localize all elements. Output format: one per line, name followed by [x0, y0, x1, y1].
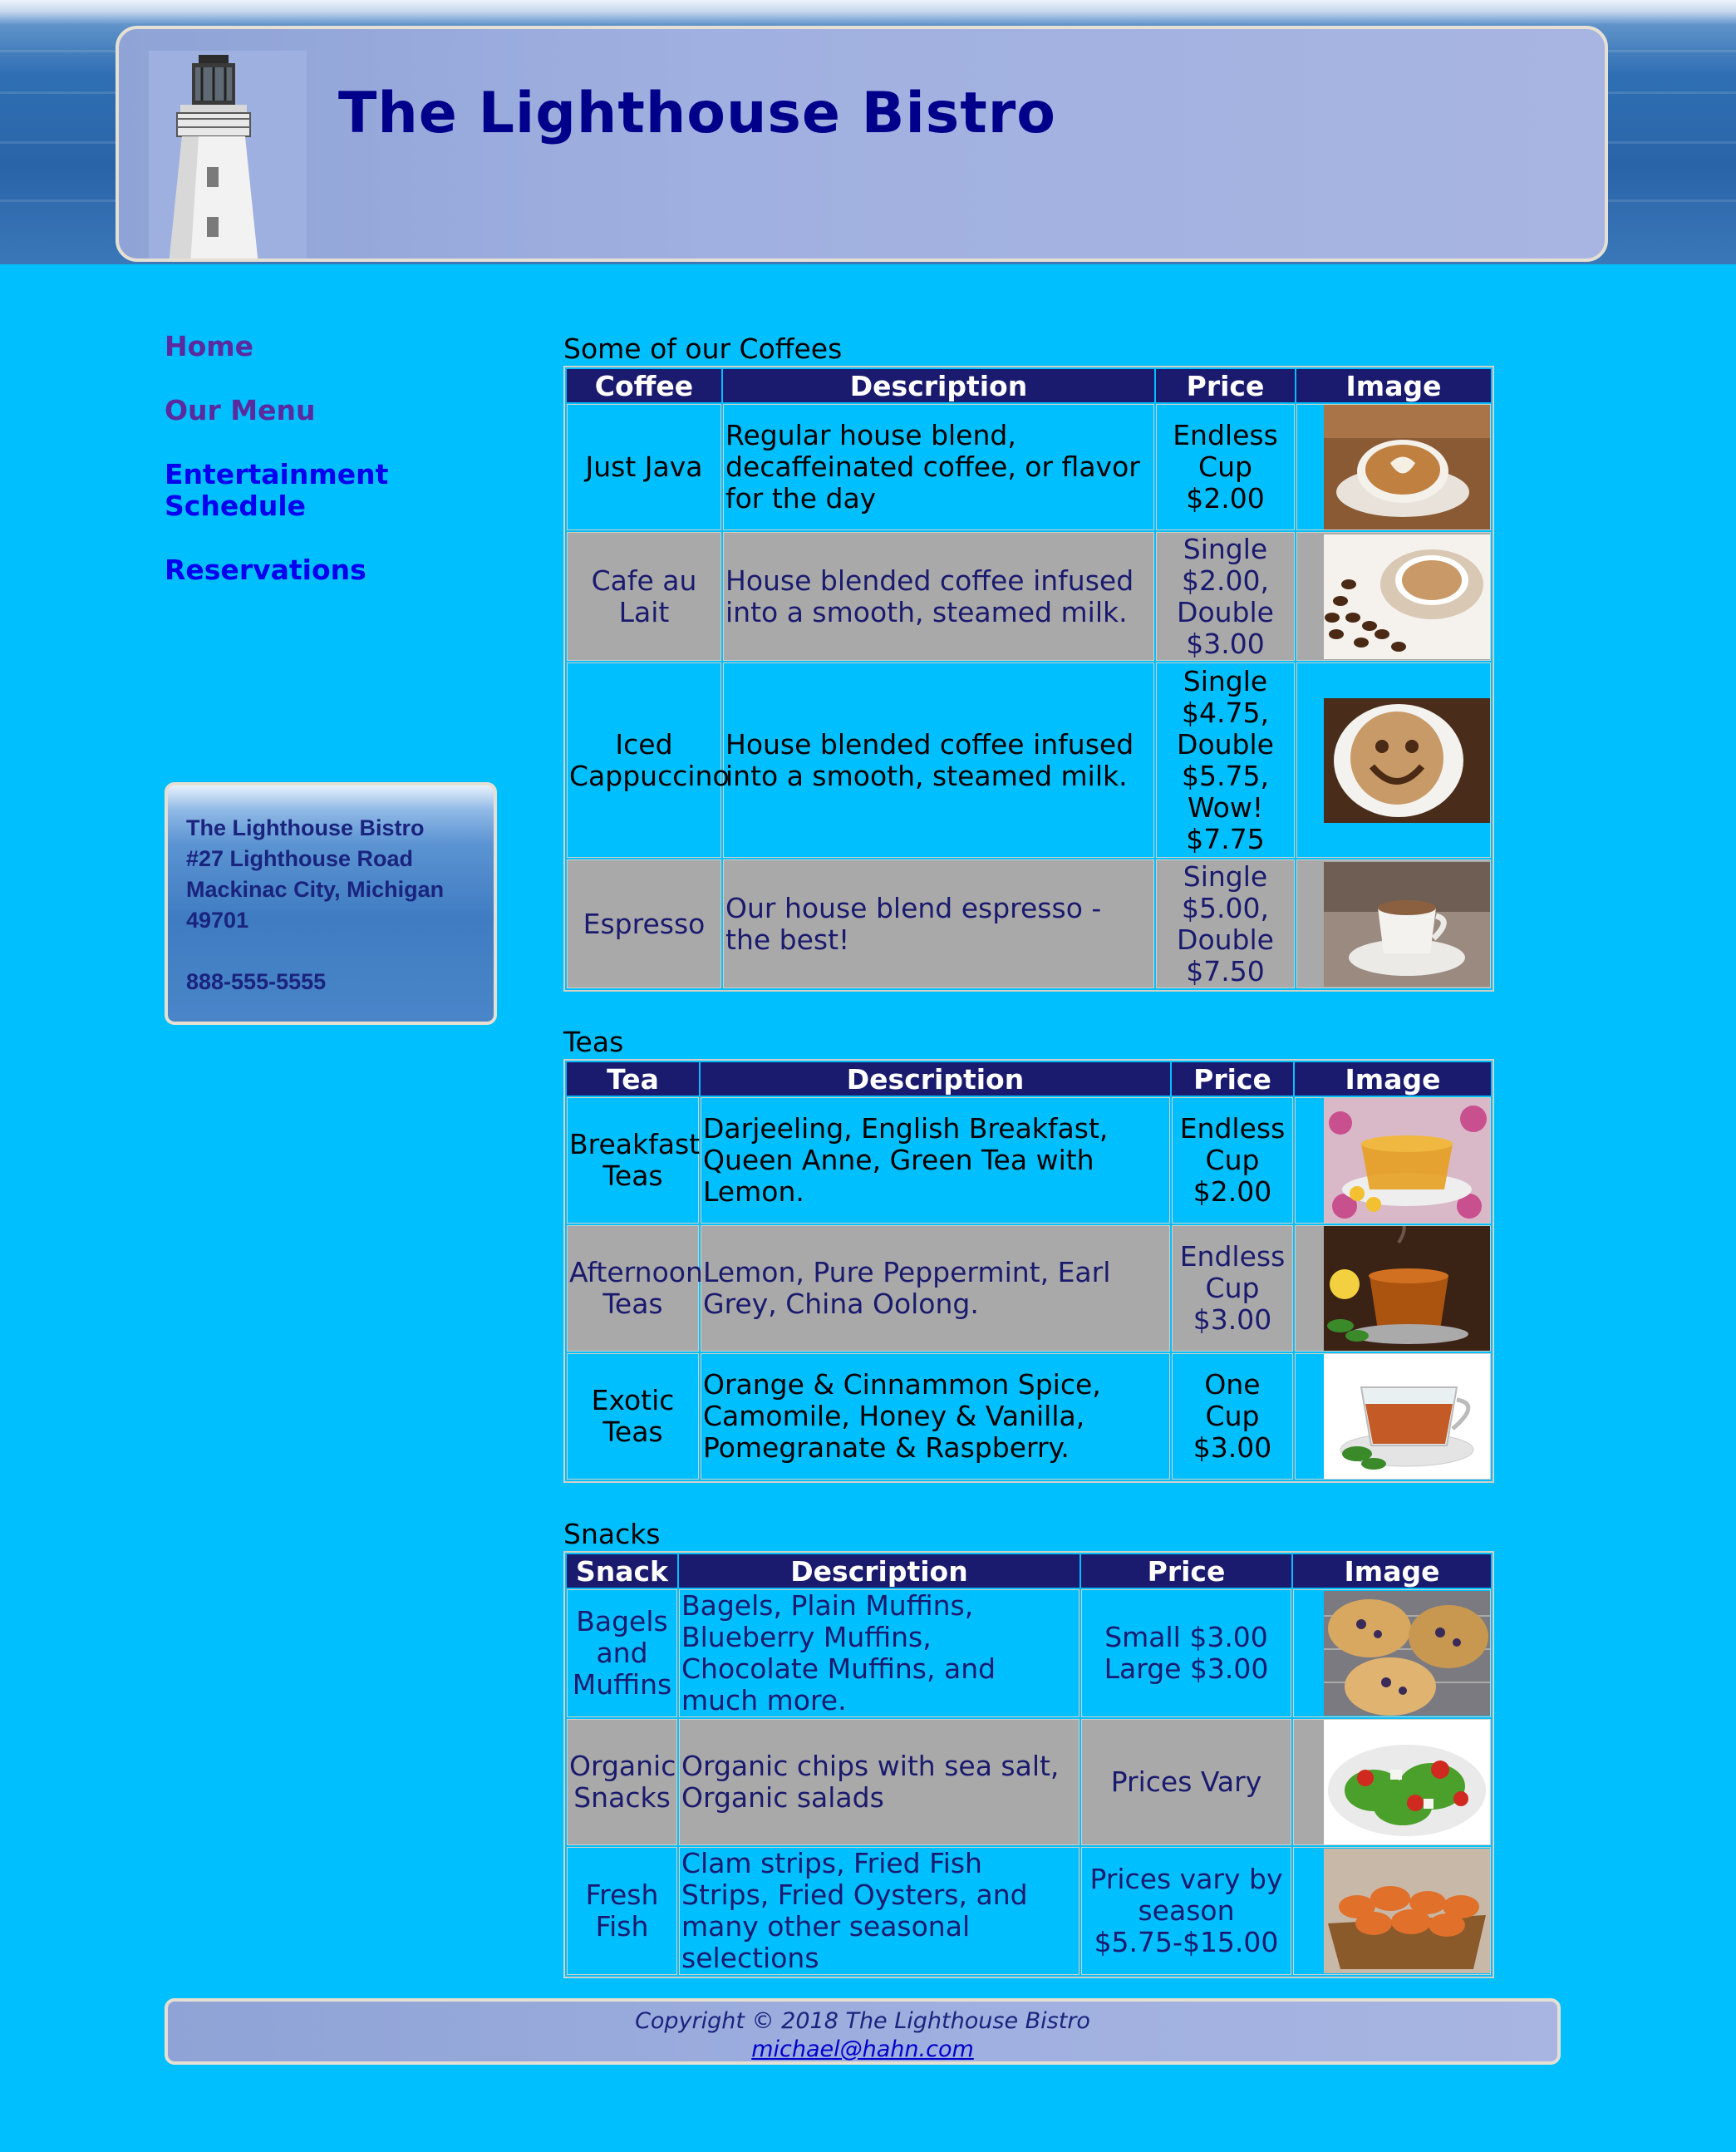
smiley-cappuccino-image [1324, 697, 1490, 823]
table-header-row: Coffee Description Price Image [567, 369, 1491, 402]
item-name: Cafe au Lait [567, 532, 721, 661]
teas-caption: Teas [563, 1026, 624, 1058]
item-description: Darjeeling, English Breakfast, Queen Ann… [701, 1097, 1170, 1224]
table-row: Espresso Our house blend espresso - the … [567, 859, 1491, 988]
header-panel: The Lighthouse Bistro [116, 26, 1608, 262]
muffins-image [1324, 1591, 1490, 1716]
address-phone: 888-555-5555 [186, 969, 327, 994]
column-header: Price [1172, 1062, 1293, 1096]
teas-table: Tea Description Price Image Breakfast Te… [563, 1059, 1494, 1483]
snacks-table: Snack Description Price Image Bagels and… [563, 1551, 1494, 1978]
table-row: Fresh Fish Clam strips, Fried Fish Strip… [567, 1847, 1491, 1975]
tea-flowers-image [1324, 1098, 1490, 1223]
item-description: Regular house blend, decaffeinated coffe… [723, 404, 1154, 530]
item-name: Exotic Teas [567, 1353, 699, 1480]
espresso-cup-image [1324, 861, 1490, 987]
table-row: Just Java Regular house blend, decaffein… [567, 404, 1491, 530]
address-name: The Lighthouse Bistro [186, 815, 425, 840]
column-header: Description [723, 369, 1154, 402]
item-name: Fresh Fish [567, 1847, 677, 1975]
latte-art-image [1324, 405, 1490, 529]
tea-lemon-image [1324, 1226, 1490, 1351]
item-name: Organic Snacks [567, 1719, 677, 1845]
item-description: Lemon, Pure Peppermint, Earl Grey, China… [701, 1225, 1170, 1352]
item-price: Endless Cup $2.00 [1172, 1097, 1293, 1224]
column-header: Image [1296, 369, 1491, 402]
copyright-text: Copyright © 2018 The Lighthouse Bistro [635, 2008, 1090, 2034]
item-description: Bagels, Plain Muffins, Blueberry Muffins… [679, 1589, 1079, 1717]
item-name: Bagels and Muffins [567, 1589, 677, 1717]
item-price: Prices vary by season $5.75-$15.00 [1081, 1847, 1291, 1975]
fried-fish-image [1324, 1849, 1490, 1973]
table-row: Iced Cappuccino House blended coffee inf… [567, 662, 1491, 858]
table-header-row: Tea Description Price Image [567, 1062, 1491, 1096]
coffees-table: Coffee Description Price Image Just Java… [563, 366, 1494, 992]
column-header: Price [1081, 1554, 1291, 1588]
item-price: Single $5.00, Double $7.50 [1156, 859, 1295, 988]
table-header-row: Snack Description Price Image [567, 1554, 1491, 1588]
address-card: The Lighthouse Bistro #27 Lighthouse Roa… [165, 782, 497, 1025]
address-city: Mackinac City, Michigan [186, 877, 445, 902]
nav-home-link[interactable]: Home [165, 331, 514, 362]
salad-image [1324, 1720, 1490, 1844]
item-description: House blended coffee infused into a smoo… [723, 532, 1154, 661]
item-description: Orange & Cinnammon Spice, Camomile, Hone… [701, 1353, 1170, 1480]
item-name: Just Java [567, 404, 721, 530]
table-row: Cafe au Lait House blended coffee infuse… [567, 532, 1491, 661]
item-name: Iced Cappuccino [567, 662, 730, 858]
column-header: Image [1293, 1554, 1491, 1588]
address-text: The Lighthouse Bistro #27 Lighthouse Roa… [186, 813, 444, 997]
nav-entertainment-link[interactable]: Entertainment Schedule [165, 459, 514, 522]
column-header: Tea [567, 1062, 699, 1096]
item-name: Breakfast Teas [567, 1097, 700, 1224]
email-link[interactable]: michael@hahn.com [168, 2036, 1557, 2062]
item-description: Organic chips with sea salt, Organic sal… [679, 1719, 1079, 1845]
footer: Copyright © 2018 The Lighthouse Bistro m… [165, 1998, 1561, 2065]
table-row: Organic Snacks Organic chips with sea sa… [567, 1719, 1491, 1845]
sidebar-nav: Home Our Menu Entertainment Schedule Res… [165, 331, 514, 618]
item-description: Clam strips, Fried Fish Strips, Fried Oy… [679, 1847, 1079, 1975]
nav-menu-link[interactable]: Our Menu [165, 395, 514, 426]
table-row: Afternoon Teas Lemon, Pure Peppermint, E… [567, 1225, 1491, 1352]
item-description: Our house blend espresso - the best! [723, 859, 1154, 988]
site-title: The Lighthouse Bistro [338, 81, 1056, 146]
item-price: Single $4.75, Double $5.75, Wow! $7.75 [1156, 662, 1295, 858]
column-header: Description [701, 1062, 1170, 1096]
nav-reservations-link[interactable]: Reservations [165, 554, 514, 586]
item-price: Small $3.00 Large $3.00 [1081, 1589, 1291, 1717]
table-row: Breakfast Teas Darjeeling, English Break… [567, 1097, 1491, 1224]
column-header: Price [1156, 369, 1295, 402]
glass-tea-cup-image [1324, 1354, 1490, 1479]
column-header: Image [1295, 1062, 1491, 1096]
column-header: Snack [567, 1554, 677, 1588]
table-row: Bagels and Muffins Bagels, Plain Muffins… [567, 1589, 1491, 1717]
item-name: Afternoon Teas [567, 1225, 703, 1352]
item-description: House blended coffee infused into a smoo… [723, 662, 1154, 858]
table-row: Exotic Teas Orange & Cinnammon Spice, Ca… [567, 1353, 1491, 1480]
column-header: Description [679, 1554, 1079, 1588]
item-price: One Cup $3.00 [1172, 1353, 1293, 1480]
address-zip: 49701 [186, 908, 249, 933]
item-price: Endless Cup $3.00 [1172, 1225, 1293, 1352]
item-price: Single $2.00, Double $3.00 [1156, 532, 1295, 661]
item-price: Endless Cup $2.00 [1156, 404, 1295, 530]
lighthouse-image [149, 51, 307, 259]
item-name: Espresso [567, 859, 721, 988]
snacks-caption: Snacks [563, 1518, 661, 1550]
column-header: Coffee [567, 369, 721, 402]
address-street: #27 Lighthouse Road [186, 846, 414, 871]
item-price: Prices Vary [1081, 1719, 1291, 1845]
coffee-beans-cup-image [1324, 534, 1490, 659]
coffees-caption: Some of our Coffees [563, 332, 843, 365]
